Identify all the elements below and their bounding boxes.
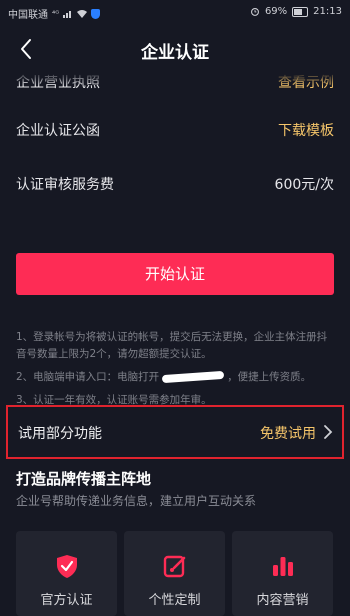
signal-icon (63, 11, 72, 18)
bar-chart-icon (273, 557, 293, 576)
row-label: 认证审核服务费 (16, 177, 114, 193)
status-bar: 中国联通 ⁴ᴳ 69% 21:13 (0, 0, 350, 24)
redacted-url-scribble (161, 370, 225, 384)
security-app-icon (91, 8, 101, 19)
service-fee-value: 600元/次 (274, 177, 334, 193)
note-2-prefix: 2、电脑端申请入口：电脑打开 (16, 371, 160, 383)
free-trial-row[interactable]: 试用部分功能 免费试用 (6, 405, 344, 459)
card-label: 内容营销 (256, 593, 309, 608)
network-type-text: ⁴ᴳ (52, 9, 60, 18)
row-label: 企业认证公函 (16, 123, 100, 139)
section-title: 打造品牌传播主阵地 (16, 470, 152, 488)
card-label: 个性定制 (148, 593, 201, 608)
battery-icon (292, 6, 309, 17)
clock: 21:13 (313, 6, 342, 17)
battery-percent: 69% (264, 6, 288, 17)
note-1: 1、登录帐号为将被认证的帐号，提交后无法更换，企业主体注册抖音号数量上限为2个，… (16, 331, 328, 360)
note-2: 2、电脑端申请入口：电脑打开 ，便捷上传资质。 (16, 369, 334, 386)
card-official-certification[interactable]: 官方认证 (16, 531, 117, 616)
download-template-link[interactable]: 下载模板 (278, 120, 334, 140)
card-label: 官方认证 (40, 593, 93, 608)
notes: 1、登录帐号为将被认证的帐号，提交后无法更换，企业主体注册抖音号数量上限为2个，… (16, 329, 334, 415)
row-authorization-letter[interactable]: 企业认证公函 下载模板 (16, 108, 334, 152)
edit-icon (163, 555, 186, 578)
trial-label: 试用部分功能 (18, 426, 102, 442)
note-2-suffix: ，便捷上传资质。 (227, 371, 312, 383)
alarm-icon (250, 7, 259, 16)
shield-check-icon (57, 555, 77, 578)
card-content-marketing[interactable]: 内容营销 (232, 531, 333, 616)
carrier-text: 中国联通 (8, 10, 48, 21)
card-personalized-custom[interactable]: 个性定制 (124, 531, 225, 616)
header-fade (0, 72, 350, 86)
section-subtitle: 企业号帮助传递业务信息，建立用户互动关系 (16, 494, 257, 508)
start-certification-button[interactable]: 开始认证 (16, 253, 334, 295)
row-service-fee: 认证审核服务费 600元/次 (16, 162, 334, 206)
chevron-right-icon (324, 425, 333, 439)
wifi-icon (77, 10, 88, 18)
free-trial-link[interactable]: 免费试用 (260, 423, 316, 443)
